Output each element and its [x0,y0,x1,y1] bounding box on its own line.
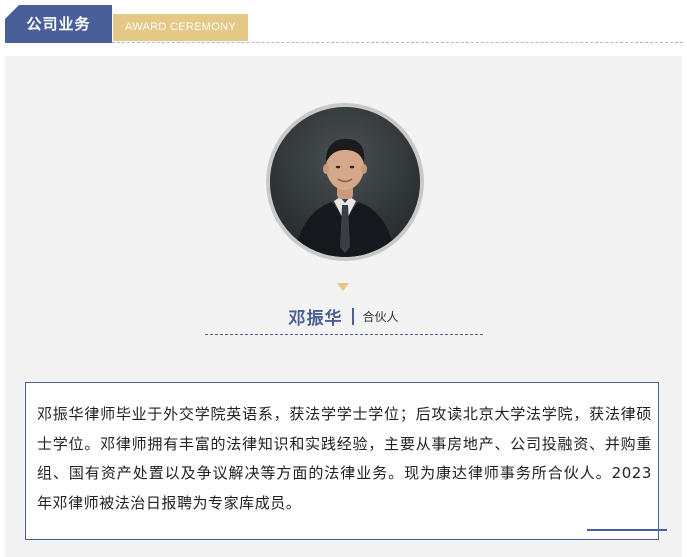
award-ceremony-tag: AWARD CEREMONY [113,14,248,41]
bio-text: 邓振华律师毕业于外交学院英语系，获法学学士学位；后攻读北京大学法学院，获法律硕士… [37,405,652,512]
portrait-photo [270,107,420,257]
name-divider [205,334,483,335]
person-name: 邓振华 [288,309,343,329]
name-separator [352,308,355,325]
profile-panel: 邓振华 合伙人 邓振华律师毕业于外交学院英语系，获法学学士学位；后攻读北京大学法学… [5,56,682,557]
name-line: 邓振华 合伙人 [5,304,682,329]
person-portrait-icon [270,107,420,257]
bio-accent-line [587,529,667,531]
section-title-tab: 公司业务 [5,5,112,43]
header-divider [112,42,683,43]
portrait-frame [266,103,424,261]
bio-box: 邓振华律师毕业于外交学院英语系，获法学学士学位；后攻读北京大学法学院，获法律硕士… [25,382,659,540]
gold-down-triangle-icon [337,283,349,291]
section-title: 公司业务 [26,15,91,33]
person-title: 合伙人 [362,310,399,324]
